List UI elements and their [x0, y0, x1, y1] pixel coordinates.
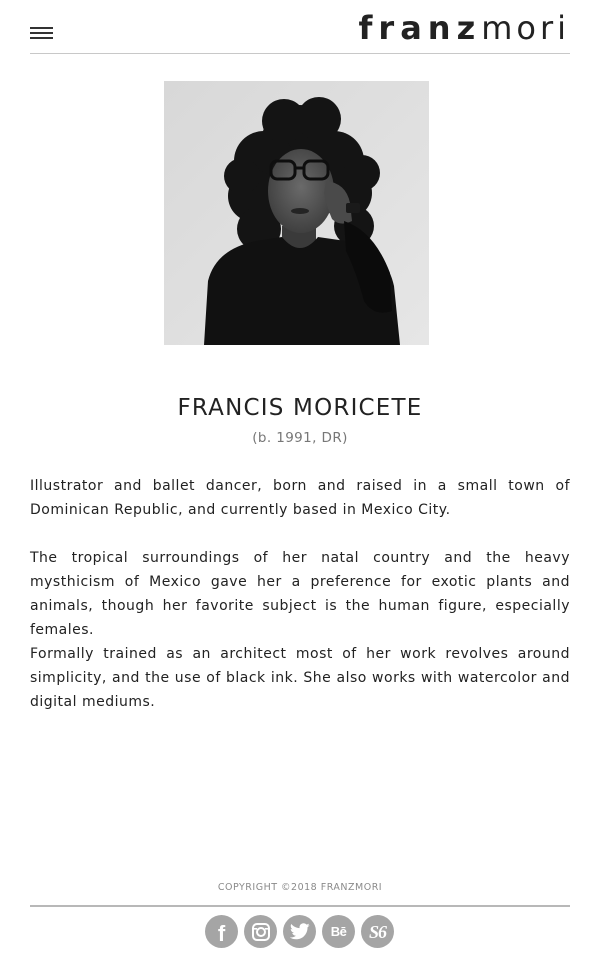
- artist-birth: (b. 1991, DR): [252, 430, 348, 446]
- twitter-icon[interactable]: [283, 915, 316, 948]
- facebook-icon[interactable]: f: [205, 915, 238, 948]
- bio-paragraph: The tropical surroundings of her natal c…: [30, 550, 570, 638]
- society6-glyph: S6: [368, 921, 387, 942]
- artist-portrait: [164, 81, 429, 345]
- logo-light-text: mori: [481, 9, 570, 47]
- bio-paragraph: Illustrator and ballet dancer, born and …: [30, 478, 570, 518]
- behance-glyph: Bē: [330, 924, 347, 939]
- footer-divider: [30, 905, 570, 907]
- twitter-glyph: [289, 923, 310, 940]
- society6-icon[interactable]: S6: [361, 915, 394, 948]
- social-links: f Bē S6: [205, 915, 394, 949]
- bio-paragraph: Formally trained as an architect most of…: [30, 646, 570, 710]
- instagram-glyph: [251, 922, 270, 941]
- site-header: franzmori: [30, 0, 570, 54]
- site-logo[interactable]: franzmori: [359, 8, 571, 48]
- instagram-icon[interactable]: [244, 915, 277, 948]
- copyright-text: COPYRIGHT ©2018 FRANZMORI: [217, 882, 383, 893]
- artist-name: FRANCIS MORICETE: [177, 395, 423, 421]
- facebook-glyph: f: [217, 920, 226, 946]
- hamburger-menu-icon[interactable]: [30, 27, 54, 41]
- logo-bold-text: franz: [358, 9, 482, 47]
- behance-icon[interactable]: Bē: [322, 915, 355, 948]
